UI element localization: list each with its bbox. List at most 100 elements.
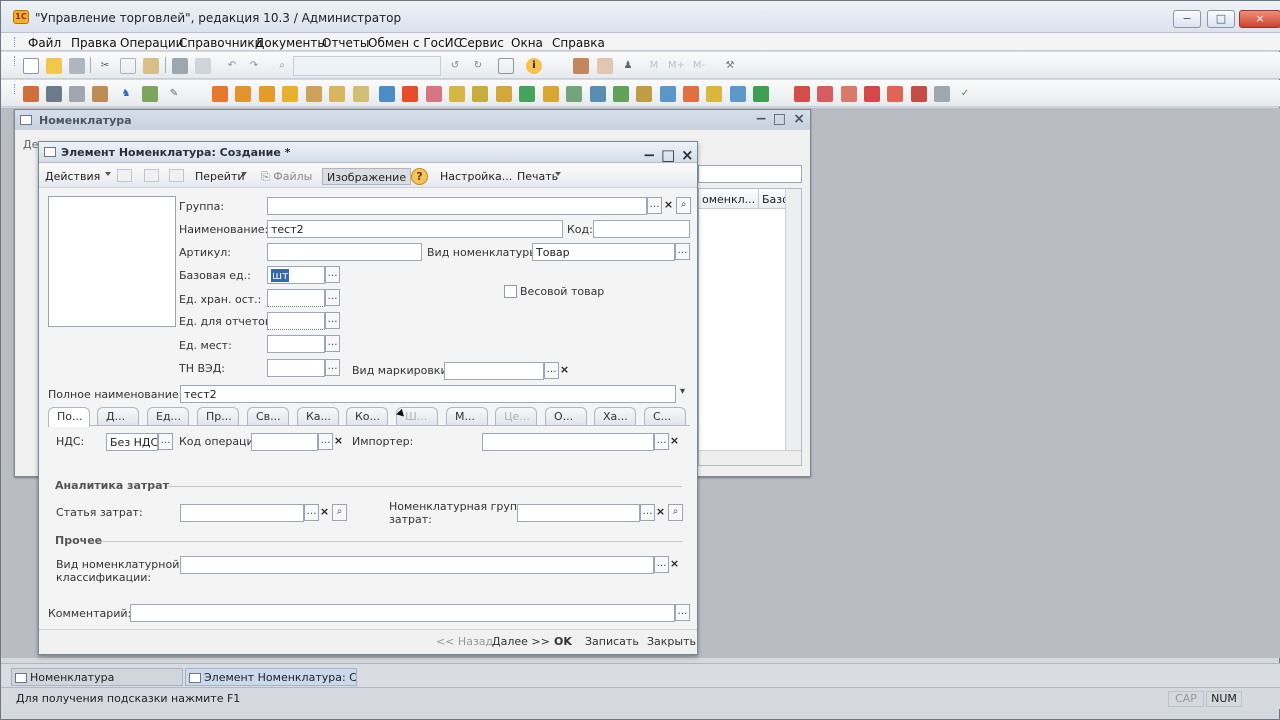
- menu-operations[interactable]: Операции: [120, 36, 183, 50]
- image-button[interactable]: Изображение: [322, 168, 412, 185]
- warehouse-icon[interactable]: [306, 86, 322, 102]
- contracts-icon[interactable]: [794, 86, 810, 102]
- grid-vertical-scrollbar[interactable]: [785, 189, 801, 465]
- analysis-icon[interactable]: [519, 86, 535, 102]
- cost-item-clear-button[interactable]: ×: [318, 504, 331, 521]
- maximize-icon[interactable]: □: [773, 111, 786, 127]
- ok-button[interactable]: OK: [554, 635, 572, 648]
- cost-group-search-button[interactable]: ⌕: [668, 504, 683, 521]
- cost-item-search-button[interactable]: ⌕: [332, 504, 347, 521]
- exchange-icon[interactable]: [379, 86, 395, 102]
- dialog-minimize-icon[interactable]: −: [643, 146, 656, 164]
- approve-icon[interactable]: ✓: [957, 86, 973, 102]
- menu-gosis-exchange[interactable]: Обмен с ГосИС: [368, 36, 462, 50]
- cost-item-field[interactable]: [180, 504, 304, 522]
- marking-clear-button[interactable]: ×: [558, 362, 571, 379]
- close-icon[interactable]: ×: [793, 111, 805, 127]
- place-unit-select-button[interactable]: …: [325, 335, 340, 352]
- print-icon[interactable]: [46, 86, 62, 102]
- article-input[interactable]: [267, 243, 422, 261]
- edit-icon[interactable]: ✎: [166, 86, 182, 102]
- cost-group-select-button[interactable]: …: [640, 504, 655, 521]
- storage-unit-field[interactable]: [267, 289, 325, 307]
- tab-characteristics[interactable]: Ха...: [594, 407, 636, 425]
- memory-minus-button[interactable]: M-: [691, 58, 707, 74]
- preview-icon[interactable]: [195, 58, 211, 74]
- vat-select-button[interactable]: …: [158, 433, 173, 450]
- full-name-field[interactable]: тест2: [180, 385, 676, 403]
- price-icon[interactable]: [449, 86, 465, 102]
- image-icon[interactable]: [144, 169, 159, 182]
- storage-unit-select-button[interactable]: …: [325, 289, 340, 306]
- toolbar-search-input[interactable]: [293, 56, 441, 76]
- name-input[interactable]: тест2: [267, 220, 563, 238]
- cost-item-select-button[interactable]: …: [304, 504, 319, 521]
- report-unit-field[interactable]: [267, 312, 325, 330]
- group-search-button[interactable]: ⌕: [676, 197, 691, 214]
- calculator-icon[interactable]: [597, 58, 613, 74]
- marking-icon[interactable]: [426, 86, 442, 102]
- item-create-dialog[interactable]: Элемент Номенклатура: Создание * − □ × Д…: [38, 141, 698, 655]
- place-unit-field[interactable]: [267, 335, 325, 353]
- paste-icon[interactable]: [143, 58, 159, 74]
- report-unit-select-button[interactable]: …: [325, 312, 340, 329]
- bank-icon[interactable]: [817, 86, 833, 102]
- tab-units[interactable]: Ед...: [147, 407, 189, 425]
- tab-prices[interactable]: Це...: [495, 407, 537, 425]
- sum-icon[interactable]: [864, 86, 880, 102]
- archive-icon[interactable]: [92, 86, 108, 102]
- redo-icon[interactable]: ↷: [246, 58, 262, 74]
- classification-clear-button[interactable]: ×: [668, 556, 681, 573]
- tools-icon[interactable]: ⚒: [722, 58, 738, 74]
- task-nomenclature[interactable]: Номенклатура: [11, 668, 183, 686]
- group-field[interactable]: [267, 197, 647, 215]
- menu-file[interactable]: Файл: [28, 36, 61, 50]
- cost-group-field[interactable]: [517, 504, 640, 522]
- calendar-icon[interactable]: [573, 58, 589, 74]
- check-icon[interactable]: [706, 86, 722, 102]
- cash-icon[interactable]: [841, 86, 857, 102]
- table-icon[interactable]: [934, 86, 950, 102]
- group-select-button[interactable]: …: [647, 197, 662, 214]
- save-icon[interactable]: [69, 58, 85, 74]
- new-document-icon[interactable]: [169, 169, 184, 182]
- tn-ved-select-button[interactable]: …: [325, 359, 340, 376]
- goto-menu-button[interactable]: Перейти: [191, 168, 249, 185]
- tab-properties[interactable]: Пр...: [197, 407, 239, 425]
- tab-sv[interactable]: Св...: [247, 407, 289, 425]
- files-button[interactable]: ⎘ Файлы: [257, 168, 316, 185]
- memory-m-button[interactable]: M: [646, 58, 662, 74]
- operation-code-clear-button[interactable]: ×: [332, 433, 345, 450]
- vat-field[interactable]: Без НДС: [106, 433, 158, 451]
- full-name-dropdown-icon[interactable]: ▾: [675, 385, 690, 402]
- undo-icon[interactable]: ↶: [224, 58, 240, 74]
- close-dialog-button[interactable]: Закрыть: [647, 635, 696, 648]
- dialog-close-icon[interactable]: ×: [681, 146, 694, 164]
- tab-ka[interactable]: Ка...: [297, 407, 339, 425]
- tab-ko[interactable]: Ко...: [346, 407, 388, 425]
- copy-icon[interactable]: [117, 169, 132, 182]
- dialog-maximize-icon[interactable]: □: [661, 146, 675, 164]
- monitor-icon[interactable]: [590, 86, 606, 102]
- copy-icon[interactable]: [120, 58, 136, 74]
- find-icon[interactable]: ⌕: [274, 58, 290, 74]
- restore-button[interactable]: □: [1207, 10, 1235, 28]
- importer-clear-button[interactable]: ×: [668, 433, 681, 450]
- bg-filter-field[interactable]: [698, 165, 802, 183]
- item-image-box[interactable]: [48, 196, 176, 327]
- book-icon[interactable]: [683, 86, 699, 102]
- shield-icon[interactable]: [730, 86, 746, 102]
- comment-field[interactable]: [130, 604, 675, 622]
- stack-icon[interactable]: [69, 86, 85, 102]
- report-icon[interactable]: [472, 86, 488, 102]
- window-icon[interactable]: [498, 58, 514, 74]
- print-icon[interactable]: [172, 58, 188, 74]
- documents-icon[interactable]: [402, 86, 418, 102]
- minimize-button[interactable]: −: [1173, 10, 1201, 28]
- nomenclature-list-grid[interactable]: оменкл... Базо: [698, 188, 802, 466]
- group-clear-button[interactable]: ×: [662, 197, 675, 214]
- grid-icon[interactable]: [142, 86, 158, 102]
- menu-directories[interactable]: Справочники: [179, 36, 262, 50]
- importer-select-button[interactable]: …: [654, 433, 669, 450]
- menu-service[interactable]: Сервис: [459, 36, 504, 50]
